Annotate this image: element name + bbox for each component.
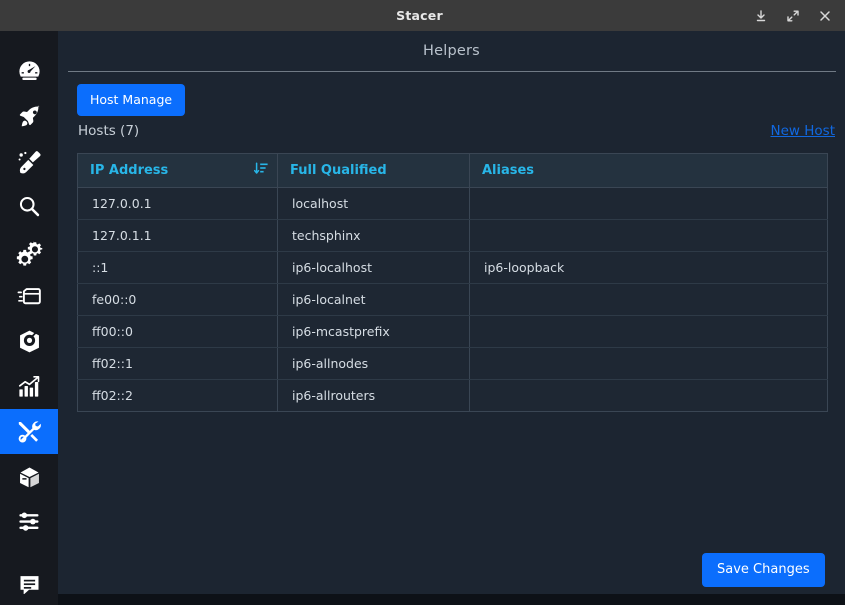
table-row[interactable]: 127.0.1.1 techsphinx — [77, 219, 828, 252]
processes-icon — [16, 283, 43, 310]
table-row[interactable]: ff02::2 ip6-allrouters — [77, 379, 828, 412]
magnifier-icon — [16, 193, 43, 220]
broom-icon — [16, 148, 43, 175]
minimize-button[interactable] — [753, 8, 769, 24]
sidebar-item-dashboard[interactable] — [0, 49, 58, 94]
sidebar-item-uninstaller[interactable] — [0, 319, 58, 364]
window-controls — [753, 8, 845, 24]
cell-full-qualified[interactable]: ip6-localnet — [277, 283, 470, 316]
column-header-ip-address[interactable]: IP Address — [77, 153, 278, 188]
sidebar-item-packages[interactable] — [0, 454, 58, 499]
title-divider — [68, 71, 836, 72]
rocket-icon — [16, 103, 43, 130]
table-row[interactable]: 127.0.0.1 localhost — [77, 187, 828, 220]
sliders-icon — [16, 508, 43, 535]
sort-descending-icon[interactable] — [253, 162, 269, 180]
gears-icon — [15, 238, 43, 266]
cell-aliases[interactable] — [469, 379, 828, 412]
host-manage-button[interactable]: Host Manage — [77, 84, 186, 116]
cell-aliases[interactable] — [469, 187, 828, 220]
cell-ip-address[interactable]: fe00::0 — [77, 283, 278, 316]
sidebar-item-services[interactable] — [0, 229, 58, 274]
cell-aliases[interactable] — [469, 315, 828, 348]
chart-bars-icon — [16, 373, 43, 400]
window-title: Stacer — [396, 8, 443, 23]
table-row[interactable]: ff00::0 ip6-mcastprefix — [77, 315, 828, 348]
page-title: Helpers — [423, 43, 480, 59]
sidebar-item-system-cleaner[interactable] — [0, 139, 58, 184]
sidebar-item-helpers[interactable] — [0, 409, 58, 454]
cell-ip-address[interactable]: ff02::2 — [77, 379, 278, 412]
cell-full-qualified[interactable]: ip6-allrouters — [277, 379, 470, 412]
sidebar — [0, 31, 58, 595]
sidebar-item-startup-apps[interactable] — [0, 94, 58, 139]
cell-full-qualified[interactable]: ip6-mcastprefix — [277, 315, 470, 348]
save-changes-button[interactable]: Save Changes — [702, 553, 825, 587]
table-row[interactable]: ::1 ip6-localhost ip6-loopback — [77, 251, 828, 284]
cell-full-qualified[interactable]: ip6-localhost — [277, 251, 470, 284]
cell-aliases[interactable] — [469, 219, 828, 252]
hosts-count-label: Hosts (7) — [78, 123, 140, 139]
sidebar-item-search[interactable] — [0, 184, 58, 229]
column-header-full-qualified[interactable]: Full Qualified — [277, 153, 470, 188]
cell-ip-address[interactable]: ::1 — [77, 251, 278, 284]
sidebar-item-settings[interactable] — [0, 499, 58, 544]
window-bottom-strip — [0, 594, 845, 605]
uninstaller-icon — [16, 328, 43, 355]
close-button[interactable] — [817, 8, 833, 24]
cell-ip-address[interactable]: 127.0.1.1 — [77, 219, 278, 252]
cell-full-qualified[interactable]: techsphinx — [277, 219, 470, 252]
cell-aliases[interactable]: ip6-loopback — [469, 251, 828, 284]
table-row[interactable]: fe00::0 ip6-localnet — [77, 283, 828, 316]
stacer-window: Stacer Helpers Host Manage Hosts (7) New… — [0, 0, 845, 605]
column-header-aliases[interactable]: Aliases — [469, 153, 828, 188]
cell-ip-address[interactable]: ff02::1 — [77, 347, 278, 380]
table-row[interactable]: ff02::1 ip6-allnodes — [77, 347, 828, 380]
cell-aliases[interactable] — [469, 283, 828, 316]
cell-aliases[interactable] — [469, 347, 828, 380]
column-header-ip-address-label: IP Address — [90, 163, 169, 178]
maximize-button[interactable] — [785, 8, 801, 24]
package-box-icon — [16, 463, 43, 490]
dashboard-gauge-icon — [16, 58, 43, 85]
column-header-aliases-label: Aliases — [482, 163, 535, 178]
sidebar-item-resources[interactable] — [0, 364, 58, 409]
window-bottom-strip-left — [0, 594, 58, 605]
hosts-table: IP Address Full Qualified Aliases 127.0.… — [77, 153, 828, 412]
title-bar: Stacer — [0, 0, 845, 31]
tools-icon — [16, 418, 43, 445]
main-content: Helpers Host Manage Hosts (7) New Host I… — [58, 31, 845, 594]
sidebar-gap-spacer — [0, 544, 58, 562]
column-header-full-qualified-label: Full Qualified — [290, 163, 387, 178]
cell-ip-address[interactable]: 127.0.0.1 — [77, 187, 278, 220]
table-header-row: IP Address Full Qualified Aliases — [77, 153, 828, 188]
new-host-link[interactable]: New Host — [771, 123, 835, 139]
sidebar-item-processes[interactable] — [0, 274, 58, 319]
cell-ip-address[interactable]: ff00::0 — [77, 315, 278, 348]
hosts-table-head: IP Address Full Qualified Aliases — [77, 153, 828, 188]
cell-full-qualified[interactable]: ip6-allnodes — [277, 347, 470, 380]
cell-full-qualified[interactable]: localhost — [277, 187, 470, 220]
sidebar-top-spacer — [0, 31, 58, 49]
hosts-table-body: 127.0.0.1 localhost 127.0.1.1 techsphinx… — [77, 187, 828, 412]
